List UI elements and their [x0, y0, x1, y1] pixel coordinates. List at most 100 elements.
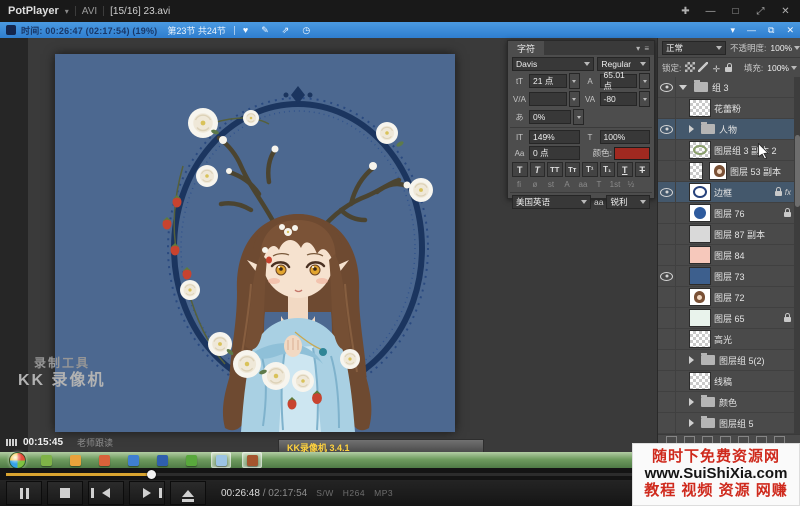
font-size-dropdown[interactable]: [569, 73, 580, 89]
layer-name[interactable]: 图层 87 副本: [714, 228, 791, 241]
visibility-toggle[interactable]: [658, 140, 676, 160]
layer-name[interactable]: 图层 84: [714, 249, 791, 262]
prev-button[interactable]: [88, 481, 124, 505]
disclosure-triangle-icon[interactable]: [679, 85, 687, 90]
visibility-toggle[interactable]: [658, 413, 676, 433]
layer-name[interactable]: 边框: [714, 186, 775, 199]
opacity-field[interactable]: 100%: [770, 43, 800, 53]
lock-move-icon[interactable]: [711, 64, 721, 74]
visibility-toggle[interactable]: [658, 77, 676, 97]
restore-icon[interactable]: ⧉: [768, 25, 774, 36]
opentype-button-8[interactable]: ½: [624, 179, 638, 190]
layer-name[interactable]: 图层组 5(2): [719, 354, 791, 367]
text-style-button-8[interactable]: T: [635, 162, 651, 177]
open-button[interactable]: [170, 481, 206, 505]
opentype-button-7[interactable]: 1st: [608, 179, 622, 190]
taskbar-app-8[interactable]: [242, 452, 262, 468]
text-style-button-1[interactable]: T: [512, 162, 528, 177]
visibility-toggle[interactable]: [658, 329, 676, 349]
visibility-toggle[interactable]: [658, 119, 676, 139]
visibility-toggle[interactable]: [658, 245, 676, 265]
disclosure-triangle-icon[interactable]: [689, 398, 694, 406]
taskbar-app-7[interactable]: [211, 452, 231, 468]
edit-icon[interactable]: ✎: [261, 25, 269, 36]
seek-thumb[interactable]: [147, 470, 156, 479]
taskbar-app-6[interactable]: [182, 453, 200, 467]
layer-name[interactable]: 线稿: [714, 375, 791, 388]
history-icon[interactable]: ◷: [302, 25, 310, 36]
opentype-button-1[interactable]: fi: [512, 179, 526, 190]
layer-row[interactable]: 图层组 3 副本 2: [658, 140, 794, 161]
layer-row[interactable]: 颜色: [658, 392, 794, 413]
layer-row[interactable]: 组 3: [658, 77, 794, 98]
layer-name[interactable]: 图层 73: [714, 270, 791, 283]
layer-row[interactable]: 花蕾粉: [658, 98, 794, 119]
visibility-toggle[interactable]: [658, 350, 676, 370]
font-style-select[interactable]: Regular: [597, 57, 650, 71]
leading-dropdown[interactable]: [639, 73, 650, 89]
layer-name[interactable]: 高光: [714, 333, 791, 346]
layer-name[interactable]: 花蕾粉: [714, 102, 791, 115]
visibility-toggle[interactable]: [658, 161, 676, 181]
layer-row[interactable]: 图层 87 副本: [658, 224, 794, 245]
layer-row[interactable]: 图层组 5(2): [658, 350, 794, 371]
horizontal-scale-field[interactable]: 100%: [600, 130, 651, 144]
next-button[interactable]: [129, 481, 165, 505]
text-style-button-6[interactable]: T₁: [600, 162, 616, 177]
layer-name[interactable]: 图层 76: [714, 207, 784, 220]
pin-icon[interactable]: ✚: [679, 6, 692, 17]
app-title[interactable]: PotPlayer: [8, 5, 59, 17]
layer-name[interactable]: 图层组 5: [719, 417, 791, 430]
visibility-toggle[interactable]: [658, 371, 676, 391]
pause-button[interactable]: [6, 481, 42, 505]
taskbar-app-3[interactable]: [95, 453, 113, 467]
vertical-scale-field[interactable]: 149%: [529, 130, 580, 144]
visibility-toggle[interactable]: [658, 224, 676, 244]
taskbar-app-5[interactable]: [153, 453, 171, 467]
disclosure-triangle-icon[interactable]: [689, 419, 694, 427]
layer-row[interactable]: 图层 84: [658, 245, 794, 266]
layer-name[interactable]: 人物: [719, 123, 791, 136]
visibility-toggle[interactable]: [658, 392, 676, 412]
layer-row[interactable]: 图层 72: [658, 287, 794, 308]
layer-name[interactable]: 图层组 3 副本 2: [714, 144, 791, 157]
visibility-toggle[interactable]: [658, 98, 676, 118]
minimize-icon[interactable]: —: [704, 6, 717, 17]
blend-mode-select[interactable]: 正常: [662, 41, 726, 55]
close-icon[interactable]: ✕: [786, 25, 794, 36]
text-style-button-7[interactable]: T: [617, 162, 633, 177]
lock-checker-icon[interactable]: [685, 62, 695, 72]
video-area[interactable]: 字符 ▾ ≡ Davis Regular tT 21 点 A 65.01 点: [0, 38, 800, 468]
layer-row[interactable]: 图层 65: [658, 308, 794, 329]
opentype-button-4[interactable]: A: [560, 179, 574, 190]
opentype-button-2[interactable]: ø: [528, 179, 542, 190]
layer-name[interactable]: 图层 53 副本: [730, 165, 791, 178]
layer-row[interactable]: 图层 73: [658, 266, 794, 287]
lock-brush-icon[interactable]: [698, 62, 708, 72]
chevron-down-icon[interactable]: ▾: [730, 25, 735, 36]
visibility-toggle[interactable]: [658, 308, 676, 328]
antialias-select[interactable]: 锐利: [606, 195, 650, 209]
chevron-down-icon[interactable]: ▾: [65, 7, 69, 16]
layer-row[interactable]: 高光: [658, 329, 794, 350]
lock-lock-icon[interactable]: [724, 62, 734, 72]
taskbar-app-2[interactable]: [66, 453, 84, 467]
opentype-button-3[interactable]: st: [544, 179, 558, 190]
layers-scrollbar[interactable]: [794, 77, 800, 435]
layer-row[interactable]: 边框 fx: [658, 182, 794, 203]
favorite-icon[interactable]: ♥: [243, 25, 248, 36]
taskbar-app-1[interactable]: [37, 453, 55, 467]
text-style-button-5[interactable]: T¹: [582, 162, 598, 177]
visibility-toggle[interactable]: [658, 287, 676, 307]
disclosure-triangle-icon[interactable]: [689, 125, 694, 133]
tsume-dropdown[interactable]: [573, 109, 584, 125]
tracking-field[interactable]: -80: [600, 92, 638, 106]
stop-button[interactable]: [47, 481, 83, 505]
maximize-icon[interactable]: □: [729, 6, 742, 17]
text-style-button-4[interactable]: Tᴛ: [565, 162, 581, 177]
fullscreen-icon[interactable]: ⤢: [754, 6, 767, 17]
layer-row[interactable]: 图层 76: [658, 203, 794, 224]
language-select[interactable]: 美国英语: [512, 195, 591, 209]
text-style-button-2[interactable]: T: [530, 162, 546, 177]
opentype-button-5[interactable]: aa: [576, 179, 590, 190]
